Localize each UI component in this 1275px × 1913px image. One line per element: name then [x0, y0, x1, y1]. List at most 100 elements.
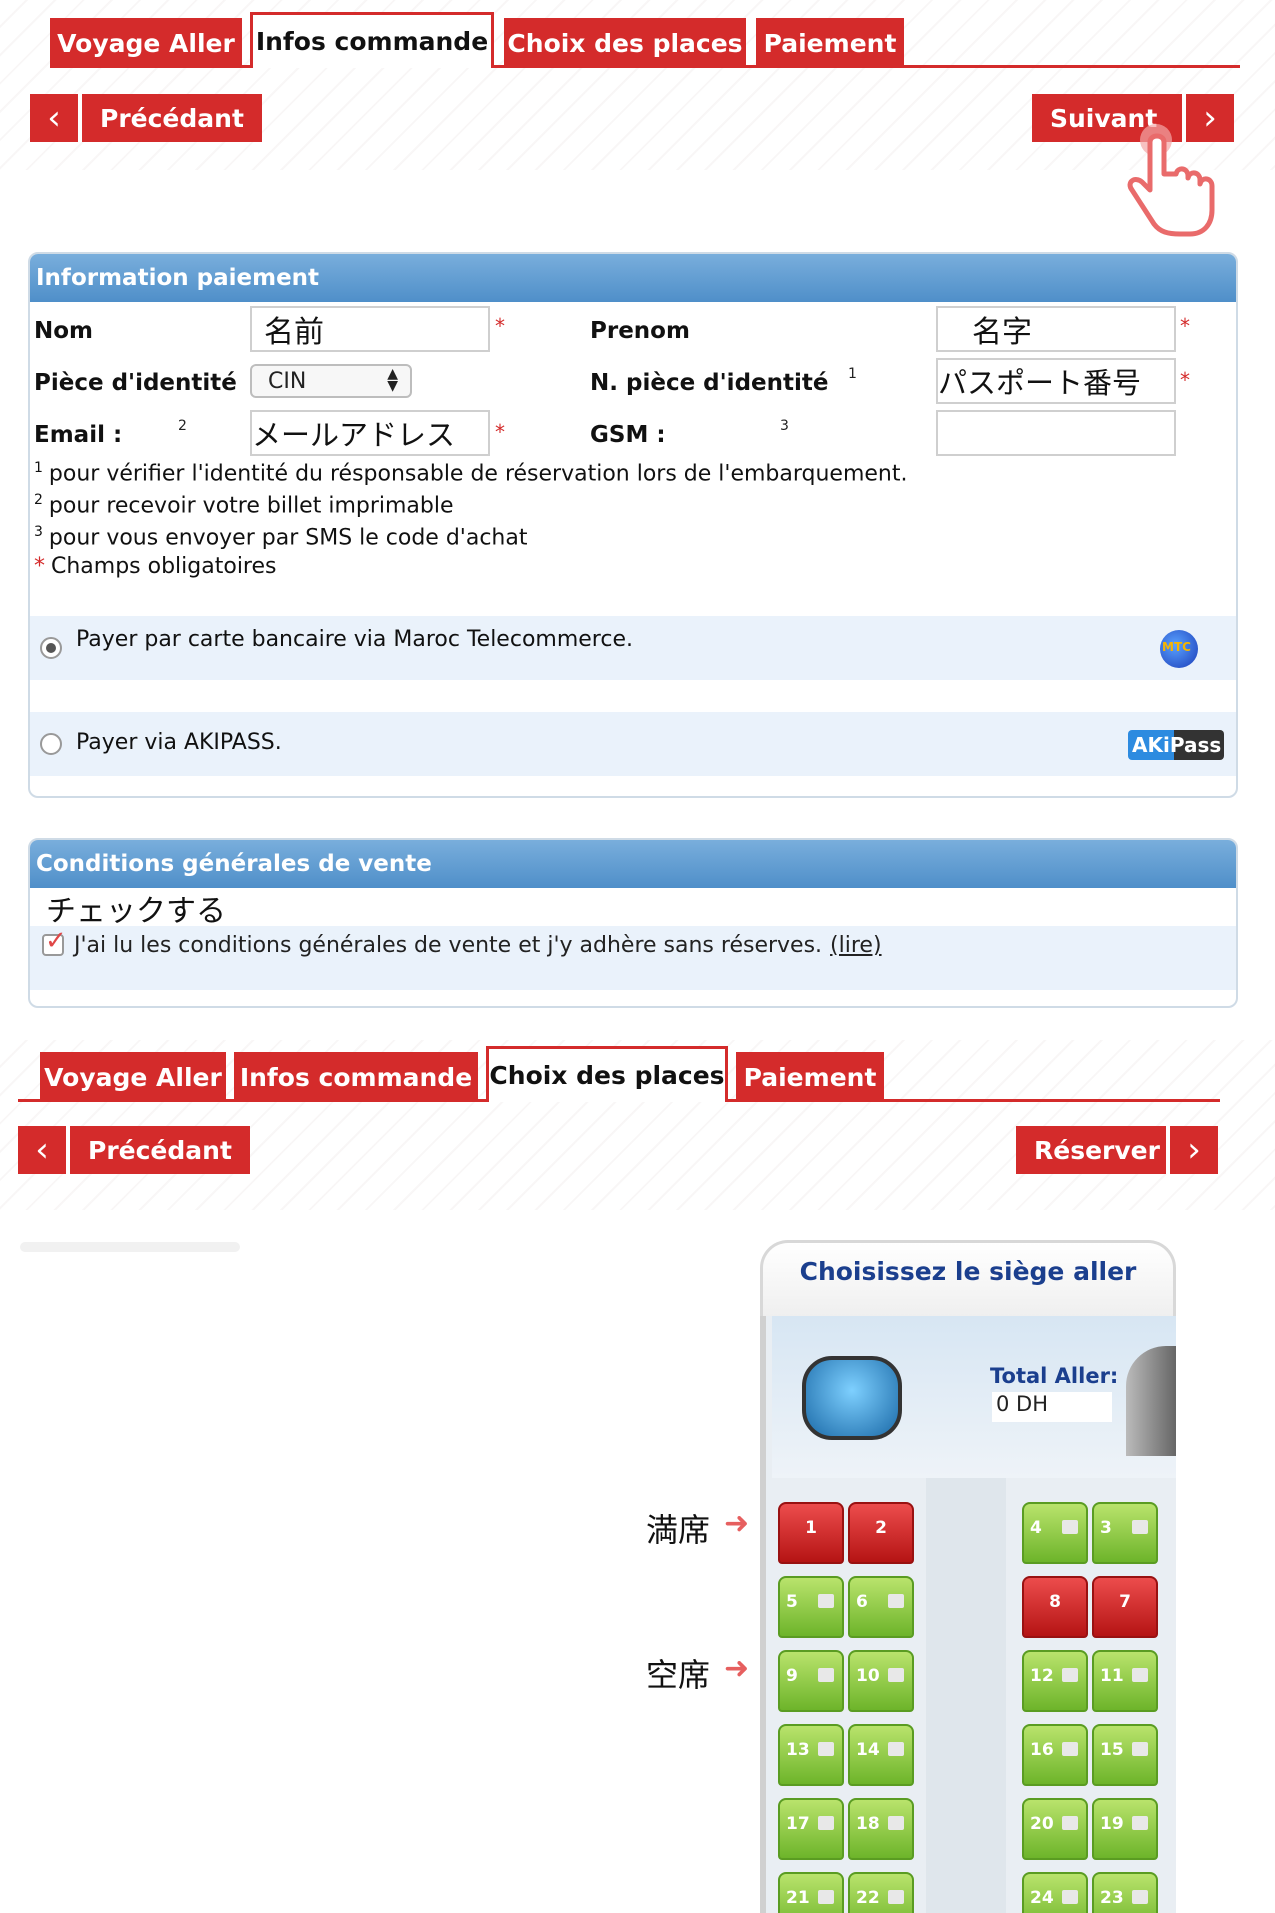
- updown-icon: ▲ ▼: [387, 366, 398, 394]
- seat-number: 3: [1100, 1518, 1112, 1538]
- n-piece-identite-field[interactable]: パスポート番号: [936, 358, 1176, 404]
- nom-required-star: *: [495, 314, 505, 338]
- pay-card-label: Payer par carte bancaire via Maroc Telec…: [76, 626, 633, 652]
- legend-free-arrow-icon: ➜: [724, 1651, 750, 1686]
- pay-card-radio[interactable]: [40, 637, 62, 659]
- seat-number: 11: [1100, 1666, 1124, 1686]
- tab-choix-des-places[interactable]: Choix des places: [504, 18, 746, 68]
- seat-16[interactable]: 16: [1022, 1724, 1088, 1786]
- seat-number: 17: [786, 1814, 810, 1834]
- seat-number: 24: [1030, 1888, 1054, 1908]
- seat-11[interactable]: 11: [1092, 1650, 1158, 1712]
- empty-placeholder: [20, 1242, 240, 1252]
- seat-1: 1: [778, 1502, 844, 1564]
- previous-label: Précédant: [82, 94, 262, 142]
- pay-akipass-radio[interactable]: [40, 733, 62, 755]
- driver-seat-icon: [802, 1356, 902, 1440]
- total-aller-value: 0 DH: [992, 1392, 1112, 1422]
- seat-number: 10: [856, 1666, 880, 1686]
- piece-identite-label: Pièce d'identité: [34, 370, 237, 396]
- seat-5[interactable]: 5: [778, 1576, 844, 1638]
- seat-7: 7: [1092, 1576, 1158, 1638]
- footnote-ref-1: 1: [848, 366, 857, 382]
- seat-number: 8: [1049, 1592, 1061, 1612]
- tab-infos-commande-bottom[interactable]: Infos commande: [234, 1052, 478, 1102]
- seat-number: 15: [1100, 1740, 1124, 1760]
- gsm-field[interactable]: [936, 410, 1176, 456]
- footnote-3: 3 pour vous envoyer par SMS le code d'ach…: [34, 524, 528, 551]
- seat-number: 1: [805, 1518, 817, 1538]
- cgv-row: ✓ J'ai lu les conditions générales de ve…: [30, 926, 1236, 990]
- reserve-button[interactable]: Réserver ›: [1016, 1126, 1218, 1174]
- bus-door-icon: [1126, 1346, 1176, 1456]
- pay-option-card-row[interactable]: Payer par carte bancaire via Maroc Telec…: [30, 616, 1236, 680]
- seat-number: 23: [1100, 1888, 1124, 1908]
- cgv-checkbox[interactable]: ✓: [42, 926, 67, 956]
- seat-10[interactable]: 10: [848, 1650, 914, 1712]
- seat-number: 20: [1030, 1814, 1054, 1834]
- seat-panel-header: Choisissez le siège aller: [760, 1240, 1176, 1316]
- pay-akipass-label: Payer via AKIPASS.: [76, 729, 282, 755]
- nom-field[interactable]: 名前: [250, 306, 490, 352]
- tab-voyage-aller-bottom[interactable]: Voyage Aller: [40, 1052, 226, 1102]
- pay-option-akipass-row[interactable]: Payer via AKIPASS. AKiPass: [30, 712, 1236, 776]
- email-label: Email :: [34, 422, 123, 448]
- piece-identite-select[interactable]: CIN ▲ ▼: [250, 364, 412, 398]
- seat-21[interactable]: 21: [778, 1872, 844, 1913]
- piece-identite-value: CIN: [268, 368, 307, 394]
- cgv-title: Conditions générales de vente: [30, 840, 1236, 888]
- seat-6[interactable]: 6: [848, 1576, 914, 1638]
- seat-24[interactable]: 24: [1022, 1872, 1088, 1913]
- footnote-ref-2: 2: [178, 418, 187, 434]
- seat-12[interactable]: 12: [1022, 1650, 1088, 1712]
- seat-number: 2: [875, 1518, 887, 1538]
- footnote-required: * Champs obligatoires: [34, 554, 277, 579]
- seat-number: 12: [1030, 1666, 1054, 1686]
- seat-number: 7: [1119, 1592, 1131, 1612]
- seat-22[interactable]: 22: [848, 1872, 914, 1913]
- cgv-panel: Conditions générales de vente チェックする ✓ J…: [28, 838, 1238, 1008]
- nom-label: Nom: [34, 318, 94, 344]
- seat-4[interactable]: 4: [1022, 1502, 1088, 1564]
- tab-voyage-aller[interactable]: Voyage Aller: [50, 18, 242, 68]
- tab-paiement-bottom[interactable]: Paiement: [736, 1052, 884, 1102]
- total-aller-label: Total Aller:: [990, 1364, 1119, 1388]
- seat-15[interactable]: 15: [1092, 1724, 1158, 1786]
- seat-18[interactable]: 18: [848, 1798, 914, 1860]
- footnote-1: 1 pour vérifier l'identité du résponsable…: [34, 460, 908, 487]
- email-field[interactable]: メールアドレス: [250, 410, 490, 456]
- previous-button-bottom[interactable]: ‹ Précédant: [18, 1126, 250, 1174]
- tab-choix-des-places-bottom[interactable]: Choix des places: [486, 1046, 728, 1102]
- seat-number: 14: [856, 1740, 880, 1760]
- seat-9[interactable]: 9: [778, 1650, 844, 1712]
- legend-free: 空席: [646, 1656, 711, 1694]
- prenom-required-star: *: [1180, 314, 1190, 338]
- n-piece-required-star: *: [1180, 368, 1190, 392]
- hand-pointer-icon: [1127, 124, 1215, 237]
- seat-17[interactable]: 17: [778, 1798, 844, 1860]
- seat-3[interactable]: 3: [1092, 1502, 1158, 1564]
- tab-paiement[interactable]: Paiement: [756, 18, 904, 68]
- aisle: [926, 1478, 1006, 1913]
- seat-23[interactable]: 23: [1092, 1872, 1158, 1913]
- prenom-field[interactable]: 名字: [936, 306, 1176, 352]
- seat-number: 6: [856, 1592, 868, 1612]
- seat-13[interactable]: 13: [778, 1724, 844, 1786]
- seat-number: 9: [786, 1666, 798, 1686]
- cgv-read-link[interactable]: (lire): [830, 933, 882, 958]
- cgv-text: J'ai lu les conditions générales de vent…: [74, 932, 823, 958]
- seat-20[interactable]: 20: [1022, 1798, 1088, 1860]
- previous-label-bottom: Précédant: [70, 1126, 250, 1174]
- footnote-ref-3: 3: [780, 418, 789, 434]
- chevron-right-icon: ›: [1170, 1126, 1218, 1174]
- payment-info-panel: Information paiement Nom 名前 * Prenom 名字 …: [28, 252, 1238, 798]
- legend-full: 満席: [646, 1511, 711, 1549]
- legend-full-arrow-icon: ➜: [724, 1506, 750, 1541]
- previous-button[interactable]: ‹ Précédant: [30, 94, 262, 142]
- seat-14[interactable]: 14: [848, 1724, 914, 1786]
- tab-infos-commande[interactable]: Infos commande: [250, 12, 494, 68]
- bottom-tab-bar: Voyage Aller Infos commande Choix des pl…: [18, 1046, 1220, 1102]
- email-required-star: *: [495, 420, 505, 444]
- seat-19[interactable]: 19: [1092, 1798, 1158, 1860]
- seat-number: 18: [856, 1814, 880, 1834]
